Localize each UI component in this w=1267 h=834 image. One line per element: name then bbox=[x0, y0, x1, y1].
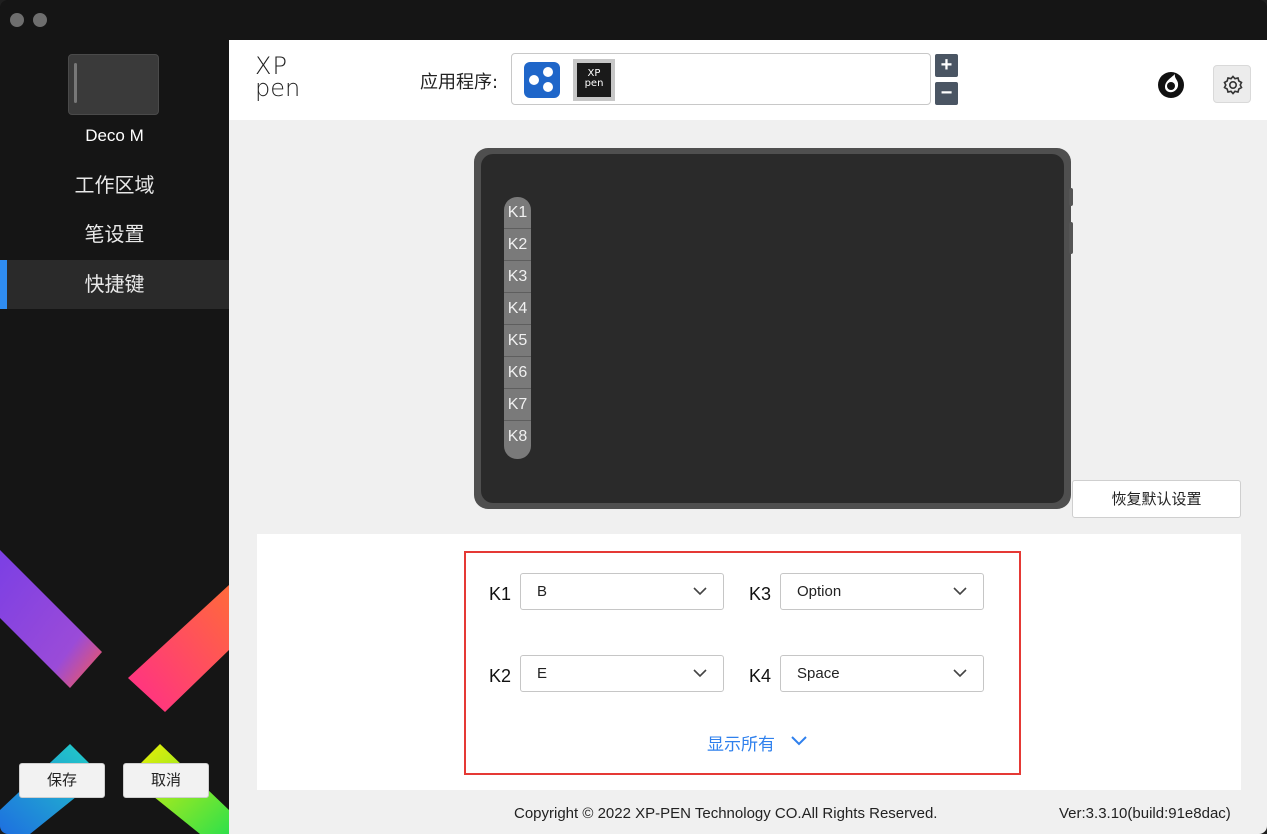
chevron-down-icon bbox=[693, 587, 707, 596]
nav-item-work-area[interactable]: 工作区域 bbox=[0, 161, 229, 210]
express-key-strip: K1 K2 K3 K4 K5 K6 K7 K8 bbox=[504, 197, 531, 459]
tablet-side-button bbox=[1069, 188, 1073, 206]
application-selector: XP pen bbox=[511, 53, 931, 105]
tablet-side-port bbox=[1069, 222, 1073, 254]
save-button[interactable]: 保存 bbox=[19, 763, 105, 798]
nav-item-shortcut-keys[interactable]: 快捷键 bbox=[0, 260, 229, 309]
k2-shortcut-value: E bbox=[537, 665, 548, 682]
gear-icon bbox=[1223, 75, 1243, 95]
chevron-down-icon[interactable] bbox=[791, 736, 807, 746]
minimize-window-button[interactable] bbox=[33, 13, 47, 27]
close-window-button[interactable] bbox=[10, 13, 24, 27]
restore-defaults-button[interactable]: 恢复默认设置 bbox=[1072, 480, 1241, 518]
k3-shortcut-select[interactable]: Option bbox=[780, 573, 984, 610]
express-key-k6[interactable]: K6 bbox=[504, 357, 531, 389]
express-key-k7[interactable]: K7 bbox=[504, 389, 531, 421]
express-key-k2[interactable]: K2 bbox=[504, 229, 531, 261]
express-key-k1[interactable]: K1 bbox=[504, 197, 531, 229]
xp-pen-logo: XP pen bbox=[255, 52, 301, 102]
tablet-diagram bbox=[474, 148, 1071, 509]
express-key-k3[interactable]: K3 bbox=[504, 261, 531, 293]
k4-label: K4 bbox=[749, 666, 772, 686]
k4-shortcut-select[interactable]: Space bbox=[780, 655, 984, 692]
flame-logo-icon[interactable] bbox=[1156, 69, 1186, 99]
k2-shortcut-select[interactable]: E bbox=[520, 655, 724, 692]
k1-label: K1 bbox=[489, 584, 512, 604]
application-label: 应用程序: bbox=[420, 72, 499, 93]
chevron-down-icon bbox=[953, 587, 967, 596]
tablet-active-area bbox=[481, 154, 1064, 503]
chevron-down-icon bbox=[953, 669, 967, 678]
shortcut-config-panel: K1 B K3 Option K2 E K4 Space 显示所有 bbox=[257, 534, 1241, 790]
k3-label: K3 bbox=[749, 584, 772, 604]
express-key-k5[interactable]: K5 bbox=[504, 325, 531, 357]
remove-app-button[interactable]: − bbox=[935, 82, 958, 105]
show-all-link[interactable]: 显示所有 bbox=[707, 730, 775, 755]
device-thumbnail bbox=[68, 54, 159, 115]
k1-shortcut-value: B bbox=[537, 583, 548, 600]
device-name: Deco M bbox=[85, 126, 144, 145]
app-window: Deco M 工作区域 笔设置 快捷键 保存 取消 XP pen 应用程序: X… bbox=[0, 0, 1267, 834]
add-app-button[interactable]: + bbox=[935, 54, 958, 77]
main-content: XP pen 应用程序: XP pen + − K1 K2 K3 K4 K5 K… bbox=[229, 40, 1267, 834]
version-text: Ver:3.3.10(build:91e8dac) bbox=[1059, 805, 1231, 822]
k3-shortcut-value: Option bbox=[797, 583, 842, 600]
sidebar: Deco M 工作区域 笔设置 快捷键 保存 取消 bbox=[0, 40, 229, 834]
k2-label: K2 bbox=[489, 666, 512, 686]
k4-shortcut-value: Space bbox=[797, 665, 840, 682]
nav-item-pen-settings[interactable]: 笔设置 bbox=[0, 210, 229, 259]
express-key-k8[interactable]: K8 bbox=[504, 421, 531, 453]
copyright-text: Copyright © 2022 XP-PEN Technology CO.Al… bbox=[514, 805, 938, 822]
chevron-down-icon bbox=[693, 669, 707, 678]
express-key-k4[interactable]: K4 bbox=[504, 293, 531, 325]
header: XP pen 应用程序: XP pen + − bbox=[229, 40, 1267, 120]
title-bar bbox=[0, 0, 1267, 40]
k1-shortcut-select[interactable]: B bbox=[520, 573, 724, 610]
xp-pen-app-icon[interactable]: XP pen bbox=[573, 59, 615, 101]
all-apps-icon[interactable] bbox=[524, 62, 560, 98]
settings-button[interactable] bbox=[1213, 65, 1251, 103]
cancel-button[interactable]: 取消 bbox=[123, 763, 209, 798]
